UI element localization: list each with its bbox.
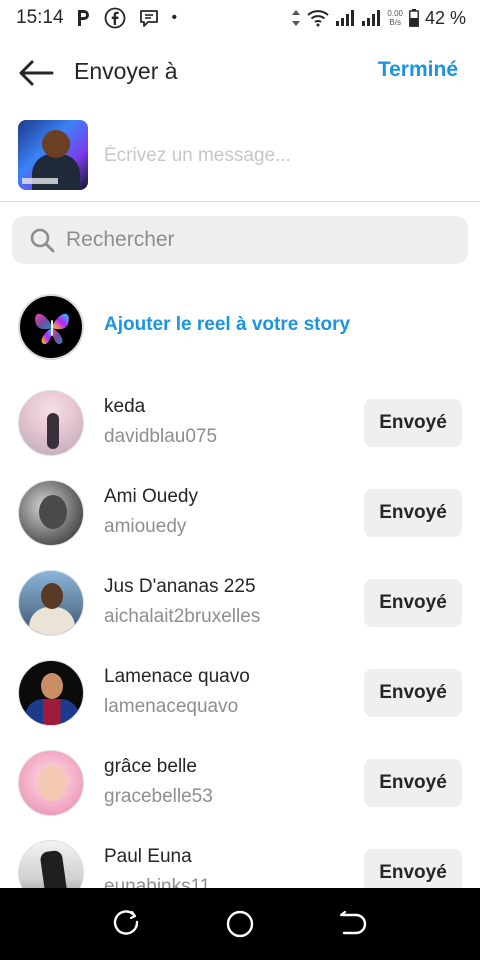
home-circle-icon bbox=[226, 910, 254, 938]
reel-thumbnail-head bbox=[42, 130, 70, 158]
sent-button[interactable]: Envoyé bbox=[364, 849, 462, 888]
reel-thumbnail bbox=[18, 120, 88, 190]
contact-name: grâce belle bbox=[104, 756, 197, 777]
contact-name: Ami Ouedy bbox=[104, 486, 198, 507]
signal-icon-1 bbox=[335, 9, 355, 27]
facebook-icon bbox=[104, 7, 126, 29]
avatar bbox=[18, 480, 84, 546]
battery-percent: 42 % bbox=[424, 7, 466, 28]
status-right: 0.00 B/s 42 % bbox=[291, 8, 466, 29]
status-dot: • bbox=[171, 9, 178, 26]
contact-name: Jus D'ananas 225 bbox=[104, 576, 256, 597]
avatar-face bbox=[41, 583, 63, 609]
message-composer bbox=[0, 118, 480, 202]
recent-apps-icon bbox=[113, 910, 138, 935]
back-nav-icon bbox=[340, 910, 367, 935]
contact-name: Paul Euna bbox=[104, 846, 192, 867]
signal-icon-2 bbox=[361, 9, 381, 27]
sent-button[interactable]: Envoyé bbox=[364, 759, 462, 807]
contact-row[interactable]: grâce belle gracebelle53 Envoyé bbox=[0, 738, 480, 828]
back-nav-button[interactable] bbox=[333, 904, 373, 944]
page-title: Envoyer à bbox=[74, 58, 178, 84]
add-to-story-row[interactable]: Ajouter le reel à votre story bbox=[0, 292, 480, 362]
home-button[interactable] bbox=[220, 904, 260, 944]
contact-row[interactable]: Paul Euna eunabinks11 Envoyé bbox=[0, 828, 480, 888]
status-bar: 15:14 • 0.00 B/s 42 % bbox=[0, 0, 480, 36]
avatar bbox=[18, 840, 84, 888]
arrow-left-icon bbox=[19, 60, 54, 86]
done-button[interactable]: Terminé bbox=[378, 58, 458, 82]
avatar-figure bbox=[39, 495, 67, 529]
contact-username: gracebelle53 bbox=[104, 786, 213, 807]
wifi-icon bbox=[307, 9, 330, 27]
contact-username: lamenacequavo bbox=[104, 696, 239, 717]
contact-row[interactable]: Ami Ouedy amiouedy Envoyé bbox=[0, 468, 480, 558]
reel-thumbnail-caption-bar bbox=[22, 178, 58, 184]
battery-icon bbox=[409, 9, 419, 27]
message-input[interactable] bbox=[104, 142, 444, 170]
sent-button[interactable]: Envoyé bbox=[364, 489, 462, 537]
avatar-figure bbox=[39, 849, 69, 888]
contact-username: aichalait2bruxelles bbox=[104, 606, 261, 627]
avatar-face bbox=[37, 765, 67, 801]
avatar-figure bbox=[29, 607, 75, 635]
contact-username: amiouedy bbox=[104, 516, 187, 537]
contact-name: Lamenace quavo bbox=[104, 666, 250, 687]
story-avatar bbox=[18, 294, 84, 360]
message-bubble-icon bbox=[138, 7, 160, 29]
contact-row[interactable]: keda davidblau075 Envoyé bbox=[0, 378, 480, 468]
status-left: 15:14 • bbox=[16, 7, 177, 29]
avatar bbox=[18, 750, 84, 816]
navigation-bar bbox=[0, 888, 480, 960]
avatar bbox=[18, 390, 84, 456]
add-to-story-label: Ajouter le reel à votre story bbox=[104, 314, 351, 335]
data-arrows-icon bbox=[291, 9, 301, 27]
search-input[interactable] bbox=[66, 228, 446, 252]
avatar-face bbox=[41, 673, 63, 699]
avatar-figure bbox=[47, 413, 59, 449]
avatar bbox=[18, 660, 84, 726]
magnifier-icon bbox=[28, 226, 56, 254]
parking-app-icon bbox=[76, 8, 92, 28]
network-speed-unit: B/s bbox=[389, 18, 401, 27]
contact-username: davidblau075 bbox=[104, 426, 218, 447]
contact-row[interactable]: Jus D'ananas 225 aichalait2bruxelles Env… bbox=[0, 558, 480, 648]
butterfly-icon bbox=[35, 313, 69, 345]
network-speed-value: 0.00 bbox=[387, 9, 403, 18]
contact-username: eunabinks11 bbox=[104, 876, 211, 888]
recent-apps-button[interactable] bbox=[107, 904, 147, 944]
header: Envoyer à Terminé bbox=[0, 46, 480, 100]
avatar-figure bbox=[25, 699, 79, 725]
contact-name: keda bbox=[104, 396, 146, 417]
sent-button[interactable]: Envoyé bbox=[364, 399, 462, 447]
contact-row[interactable]: Lamenace quavo lamenacequavo Envoyé bbox=[0, 648, 480, 738]
network-speed: 0.00 B/s bbox=[387, 9, 403, 27]
sent-button[interactable]: Envoyé bbox=[364, 669, 462, 717]
avatar bbox=[18, 570, 84, 636]
sent-button[interactable]: Envoyé bbox=[364, 579, 462, 627]
reel-thumbnail-body bbox=[32, 154, 80, 190]
search-bar[interactable] bbox=[12, 216, 468, 264]
back-button[interactable] bbox=[16, 56, 56, 90]
contact-list[interactable]: keda davidblau075 Envoyé Ami Ouedy amiou… bbox=[0, 378, 480, 888]
status-time: 15:14 bbox=[16, 7, 64, 28]
